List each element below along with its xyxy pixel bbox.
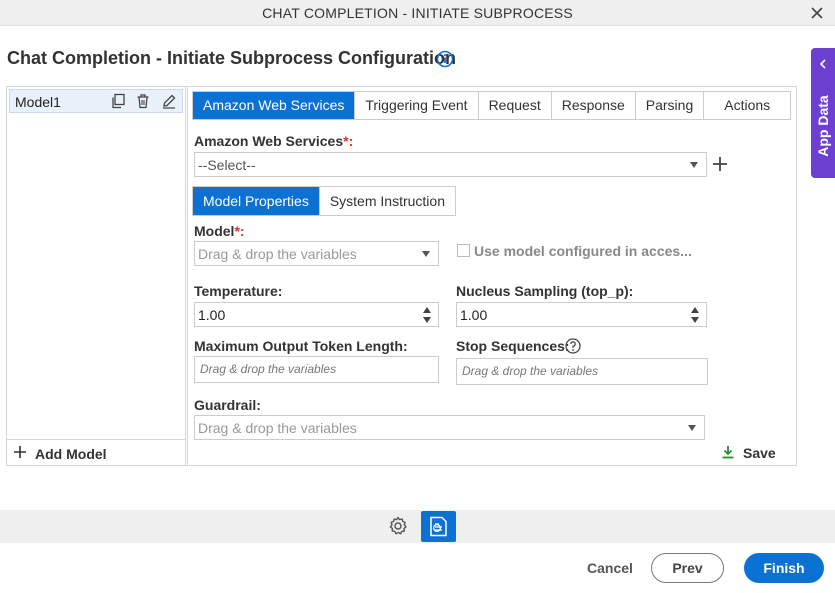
trash-icon[interactable] [135, 93, 151, 109]
tab-amazon-web-services[interactable]: Amazon Web Services [193, 92, 356, 119]
tab-triggering-event[interactable]: Triggering Event [355, 92, 479, 119]
page-title: Chat Completion - Initiate Subprocess Co… [7, 48, 457, 68]
model-select-placeholder: Drag & drop the variables [198, 246, 357, 262]
stepper-arrows-icon[interactable] [423, 306, 431, 324]
model-select[interactable]: Drag & drop the variables [194, 241, 439, 266]
subtab-system-instruction[interactable]: System Instruction [320, 187, 455, 215]
document-icon [430, 516, 447, 537]
guardrail-label: Guardrail: [194, 397, 261, 413]
document-button[interactable] [421, 511, 456, 542]
add-model-label: Add Model [35, 446, 107, 462]
stop-sequences-label: Stop Sequences: [456, 338, 570, 354]
subtab-model-properties[interactable]: Model Properties [193, 187, 320, 215]
top-p-stepper[interactable]: 1.00 [456, 302, 707, 327]
model-name: Model1 [15, 94, 61, 110]
chevron-left-icon [819, 59, 826, 69]
temperature-stepper[interactable]: 1.00 [194, 302, 439, 327]
stepper-arrows-icon[interactable] [691, 306, 699, 324]
guardrail-select[interactable]: Drag & drop the variables [194, 415, 705, 440]
aws-label: Amazon Web Services*: [194, 133, 354, 149]
model-list-item[interactable]: Model1 [9, 89, 183, 113]
tab-response[interactable]: Response [552, 92, 636, 119]
use-model-checkbox-label: Use model configured in acces... [474, 243, 692, 259]
close-icon[interactable] [807, 3, 827, 23]
prev-button[interactable]: Prev [651, 553, 724, 583]
gear-icon[interactable] [387, 515, 409, 537]
save-label: Save [743, 445, 776, 461]
plus-icon [14, 446, 26, 458]
temperature-value: 1.00 [198, 307, 226, 323]
aws-select[interactable]: --Select-- [194, 152, 707, 177]
model-list-panel: Model1 Add Model [6, 86, 186, 466]
temperature-label: Temperature: [194, 283, 283, 299]
model-subtabs: Model Properties System Instruction [192, 186, 456, 216]
config-tabs: Amazon Web Services Triggering Event Req… [192, 91, 792, 120]
help-icon[interactable] [565, 338, 581, 354]
window-titlebar: CHAT COMPLETION - INITIATE SUBPROCESS [0, 0, 835, 26]
tab-actions[interactable]: Actions [704, 92, 790, 119]
max-tokens-input[interactable]: Drag & drop the variables [194, 356, 439, 383]
window-title: CHAT COMPLETION - INITIATE SUBPROCESS [262, 5, 573, 21]
max-tokens-label: Maximum Output Token Length: [194, 338, 408, 354]
use-model-checkbox[interactable] [457, 244, 470, 257]
aws-select-value: --Select-- [198, 157, 256, 173]
tab-request[interactable]: Request [479, 92, 552, 119]
top-p-label: Nucleus Sampling (top_p): [456, 283, 634, 299]
app-data-tab[interactable]: App Data [811, 48, 835, 178]
model-label: Model*: [194, 223, 245, 239]
edit-icon[interactable] [161, 93, 177, 109]
copy-icon[interactable] [110, 93, 126, 109]
chevron-down-icon [690, 162, 698, 168]
chevron-down-icon [688, 425, 696, 431]
finish-button[interactable]: Finish [744, 553, 824, 583]
cancel-button[interactable]: Cancel [587, 560, 633, 576]
add-connection-icon[interactable] [712, 156, 728, 172]
app-data-label: App Data [815, 95, 831, 157]
guardrail-select-placeholder: Drag & drop the variables [198, 420, 357, 436]
footer-toolbar [0, 510, 835, 543]
stop-sequences-input[interactable]: Drag & drop the variables [456, 358, 708, 385]
info-icon[interactable] [436, 50, 454, 68]
top-p-value: 1.00 [460, 307, 488, 323]
config-panel: Amazon Web Services Triggering Event Req… [187, 86, 797, 466]
download-icon [722, 446, 734, 459]
chevron-down-icon [422, 251, 430, 257]
tab-parsing[interactable]: Parsing [636, 92, 705, 119]
add-model-button[interactable]: Add Model [7, 439, 185, 465]
